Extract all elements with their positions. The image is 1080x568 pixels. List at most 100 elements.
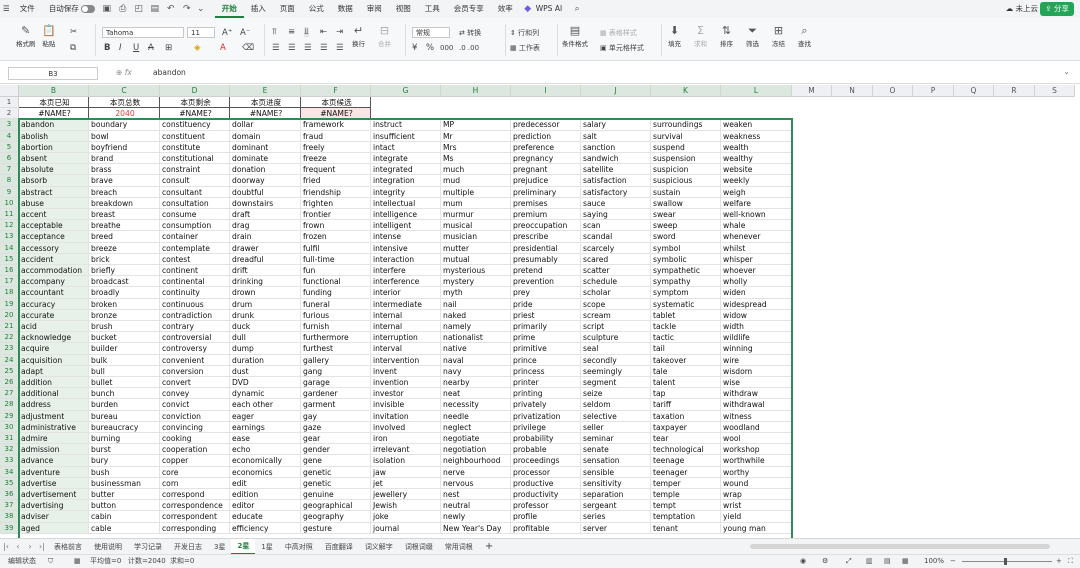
word-cell[interactable]: copper (160, 455, 230, 467)
word-cell[interactable]: core (160, 466, 230, 478)
word-cell[interactable]: technological (651, 444, 721, 456)
next-sheet-icon[interactable]: › (24, 542, 36, 551)
word-cell[interactable]: sensitivity (581, 477, 651, 489)
row-header[interactable]: 36 (0, 489, 19, 501)
word-cell[interactable]: talent (651, 377, 721, 389)
row-header[interactable]: 20 (0, 309, 19, 321)
word-cell[interactable]: wealthy (721, 153, 792, 165)
word-cell[interactable]: frighten (301, 197, 371, 209)
word-cell[interactable]: bureaucracy (89, 421, 160, 433)
align-top-icon[interactable]: ⫪ (272, 27, 277, 37)
word-cell[interactable]: interaction (371, 253, 441, 265)
font-name-select[interactable]: Tahoma (102, 27, 184, 38)
word-cell[interactable]: controversy (160, 343, 230, 355)
word-cell[interactable]: suspension (651, 153, 721, 165)
word-cell[interactable]: weekly (721, 175, 792, 187)
word-cell[interactable]: Mrs (441, 141, 511, 153)
word-cell[interactable]: edit (230, 477, 301, 489)
word-cell[interactable]: bronze (89, 309, 160, 321)
row-header[interactable]: 30 (0, 421, 19, 433)
word-cell[interactable]: brand (89, 153, 160, 165)
column-header[interactable]: N (832, 85, 873, 97)
word-cell[interactable]: sympathy (651, 276, 721, 288)
word-cell[interactable]: seminar (581, 433, 651, 445)
word-cell[interactable]: interval (371, 343, 441, 355)
increase-font-icon[interactable]: A⁺ (222, 28, 232, 38)
fill-button[interactable]: ⬇ 填充 (668, 24, 681, 48)
page-layout-icon[interactable]: ▤ (884, 555, 891, 568)
word-cell[interactable]: bullet (89, 377, 160, 389)
word-cell[interactable]: DVD (230, 377, 301, 389)
word-cell[interactable]: gay (301, 410, 371, 422)
word-cell[interactable]: intermediate (371, 298, 441, 310)
row-header[interactable]: 35 (0, 477, 19, 489)
autosave-toggle[interactable] (80, 5, 95, 13)
word-cell[interactable]: mud (441, 175, 511, 187)
word-cell[interactable]: educate (230, 511, 301, 523)
word-cell[interactable]: dollar (230, 119, 301, 131)
word-cell[interactable]: processor (511, 466, 581, 478)
word-cell[interactable]: negotiate (441, 433, 511, 445)
word-cell[interactable]: economically (230, 455, 301, 467)
word-cell[interactable]: systematic (651, 298, 721, 310)
row-header[interactable]: 7 (0, 164, 19, 176)
column-header[interactable]: L (721, 85, 792, 97)
word-cell[interactable]: accuracy (19, 298, 89, 310)
column-header[interactable]: I (511, 85, 581, 97)
word-cell[interactable]: interference (371, 276, 441, 288)
word-cell[interactable]: convenient (160, 354, 230, 366)
word-cell[interactable]: scope (581, 298, 651, 310)
filter-button[interactable]: ⏷ 筛选 (746, 24, 759, 48)
word-cell[interactable]: continental (160, 276, 230, 288)
word-cell[interactable]: functional (301, 276, 371, 288)
word-cell[interactable]: tap (651, 388, 721, 400)
word-cell[interactable]: addition (19, 377, 89, 389)
column-header[interactable]: O (873, 85, 913, 97)
column-header[interactable]: E (230, 85, 301, 97)
word-cell[interactable]: preference (511, 141, 581, 153)
word-cell[interactable]: abortion (19, 141, 89, 153)
word-cell[interactable]: gene (301, 455, 371, 467)
word-cell[interactable]: symbol (651, 242, 721, 254)
word-cell[interactable]: withdrawal (721, 399, 792, 411)
word-cell[interactable]: invitation (371, 410, 441, 422)
row-header[interactable]: 25 (0, 365, 19, 377)
row-header[interactable]: 33 (0, 455, 19, 467)
column-header[interactable]: S (1035, 85, 1075, 97)
row-header[interactable]: 32 (0, 444, 19, 456)
row-header[interactable]: 22 (0, 332, 19, 344)
word-cell[interactable]: drinking (230, 276, 301, 288)
word-cell[interactable]: whoever (721, 265, 792, 277)
summary-value-cell[interactable]: #NAME? (19, 108, 89, 120)
summary-header-cell[interactable]: 本页已知 (19, 97, 89, 109)
word-cell[interactable]: advertise (19, 477, 89, 489)
word-cell[interactable]: seldom (581, 399, 651, 411)
word-cell[interactable]: scared (581, 253, 651, 265)
word-cell[interactable]: convey (160, 388, 230, 400)
row-header[interactable]: 14 (0, 242, 19, 254)
word-cell[interactable]: presumably (511, 253, 581, 265)
word-cell[interactable]: murmur (441, 209, 511, 221)
tab-wps-ai[interactable]: WPS AI (536, 0, 569, 18)
word-cell[interactable]: intact (371, 141, 441, 153)
word-cell[interactable]: MP (441, 119, 511, 131)
word-cell[interactable]: invention (371, 377, 441, 389)
word-cell[interactable]: convincing (160, 421, 230, 433)
sheet-tab[interactable]: 表格前言 (48, 539, 88, 555)
word-cell[interactable]: drain (230, 231, 301, 243)
column-header[interactable]: M (792, 85, 832, 97)
row-header[interactable]: 34 (0, 466, 19, 478)
row-header[interactable]: 10 (0, 197, 19, 209)
word-cell[interactable]: prediction (511, 130, 581, 142)
word-cell[interactable]: accompany (19, 276, 89, 288)
summary-header-cell[interactable]: 本页总数 (89, 97, 160, 109)
zoom-out-icon[interactable]: − (950, 555, 956, 568)
word-cell[interactable]: nationalist (441, 332, 511, 344)
word-cell[interactable]: prescribe (511, 231, 581, 243)
word-cell[interactable]: productive (511, 477, 581, 489)
word-cell[interactable]: briefly (89, 265, 160, 277)
word-cell[interactable]: accommodation (19, 265, 89, 277)
summary-value-cell[interactable]: #NAME? (301, 108, 371, 120)
word-cell[interactable]: funeral (301, 298, 371, 310)
word-cell[interactable]: tackle (651, 321, 721, 333)
